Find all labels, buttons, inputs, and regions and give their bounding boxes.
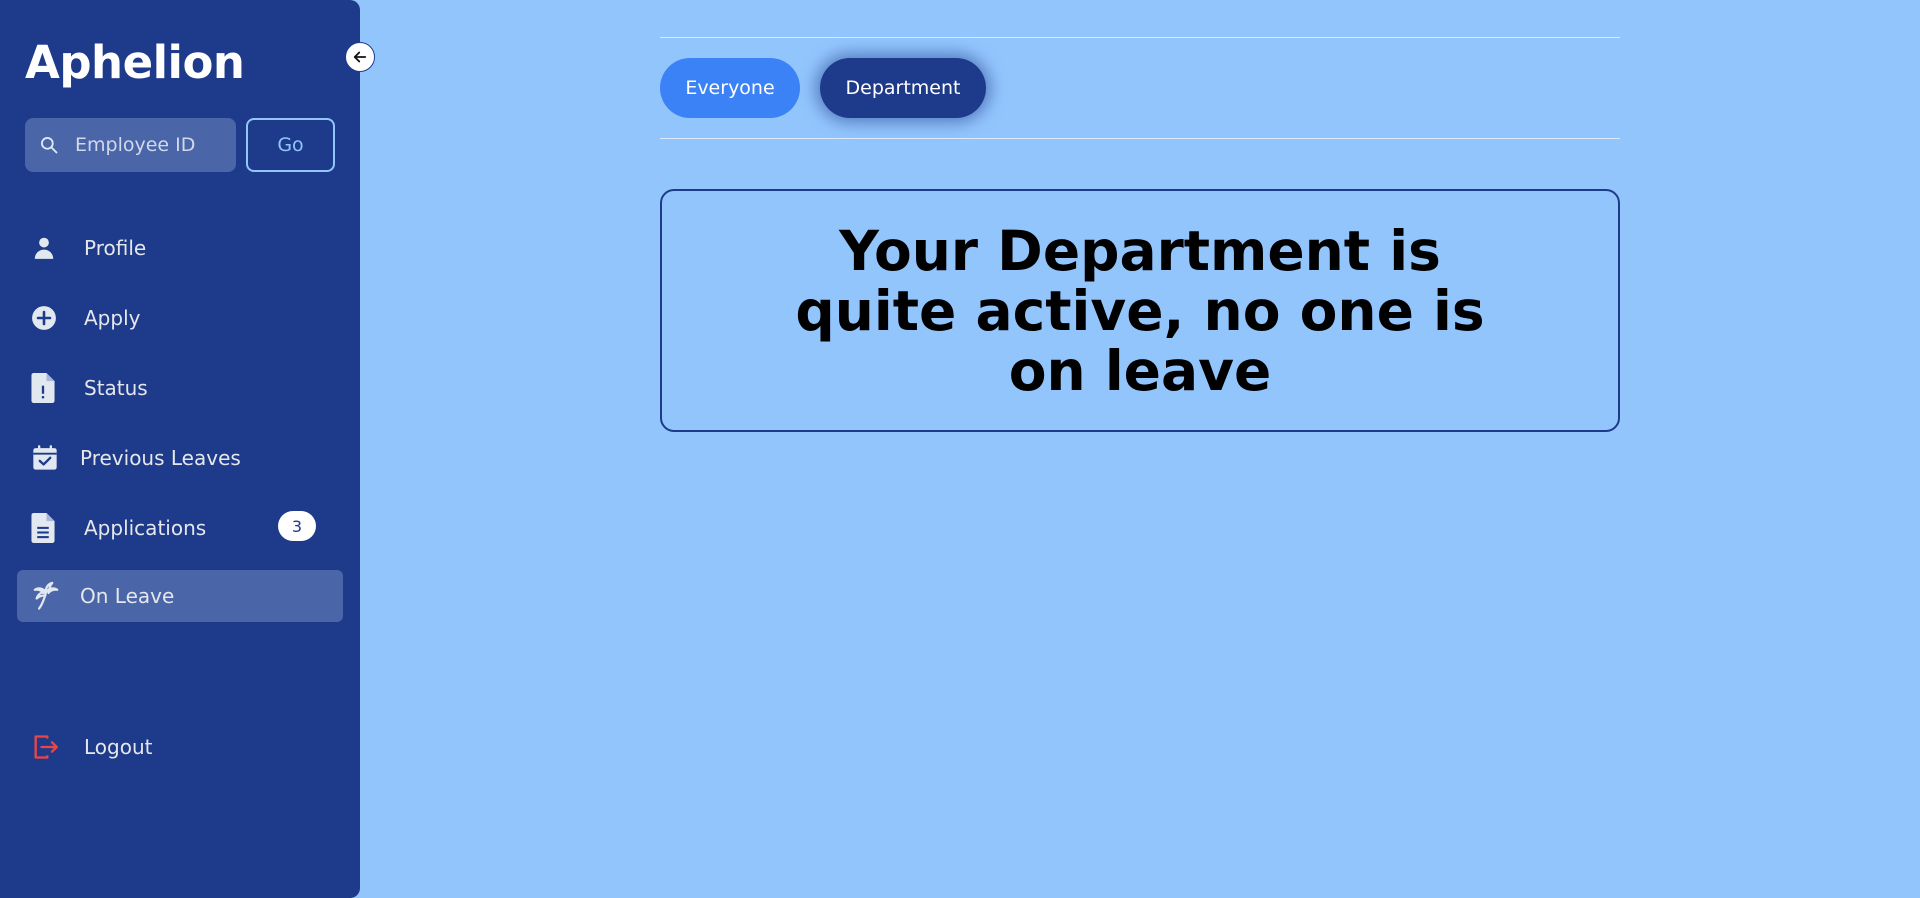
tabs-divider — [660, 138, 1620, 139]
calendar-check-icon — [31, 444, 67, 472]
sidebar-item-label: Profile — [84, 236, 147, 260]
empty-state-message: Your Department is quite active, no one … — [795, 218, 1485, 403]
palm-tree-icon — [31, 581, 67, 611]
tab-everyone[interactable]: Everyone — [660, 58, 800, 118]
top-divider — [660, 37, 1620, 38]
message-card: Your Department is quite active, no one … — [660, 189, 1620, 432]
file-alert-icon — [31, 373, 67, 403]
sidebar-item-applications[interactable]: Applications 3 — [17, 502, 343, 554]
sidebar-item-profile[interactable]: Profile — [17, 222, 343, 274]
logout-button[interactable]: Logout — [17, 721, 343, 773]
applications-count-badge: 3 — [278, 511, 316, 541]
sidebar-item-on-leave[interactable]: On Leave — [17, 570, 343, 622]
logout-label: Logout — [84, 735, 153, 759]
employee-id-input[interactable] — [73, 133, 213, 157]
go-button[interactable]: Go — [246, 118, 335, 172]
arrow-left-icon — [351, 48, 369, 66]
collapse-sidebar-button[interactable] — [345, 42, 375, 72]
sidebar-item-label: Applications — [84, 516, 207, 540]
sidebar-item-apply[interactable]: Apply — [17, 292, 343, 344]
person-icon — [31, 235, 67, 261]
app-title: Aphelion — [25, 36, 245, 89]
sidebar-item-status[interactable]: Status — [17, 362, 343, 414]
search-box — [25, 118, 236, 172]
sidebar-item-label: Status — [84, 376, 148, 400]
search-icon — [39, 135, 59, 155]
tab-department[interactable]: Department — [820, 58, 986, 118]
plus-circle-icon — [31, 305, 67, 331]
sidebar-item-label: Previous Leaves — [80, 446, 241, 470]
logout-icon — [31, 733, 67, 761]
document-icon — [31, 513, 67, 543]
sidebar-item-label: On Leave — [80, 584, 175, 608]
sidebar-item-label: Apply — [84, 306, 141, 330]
sidebar-item-previous-leaves[interactable]: Previous Leaves — [17, 432, 343, 484]
sidebar: Aphelion Go Profile Apply — [0, 0, 360, 898]
